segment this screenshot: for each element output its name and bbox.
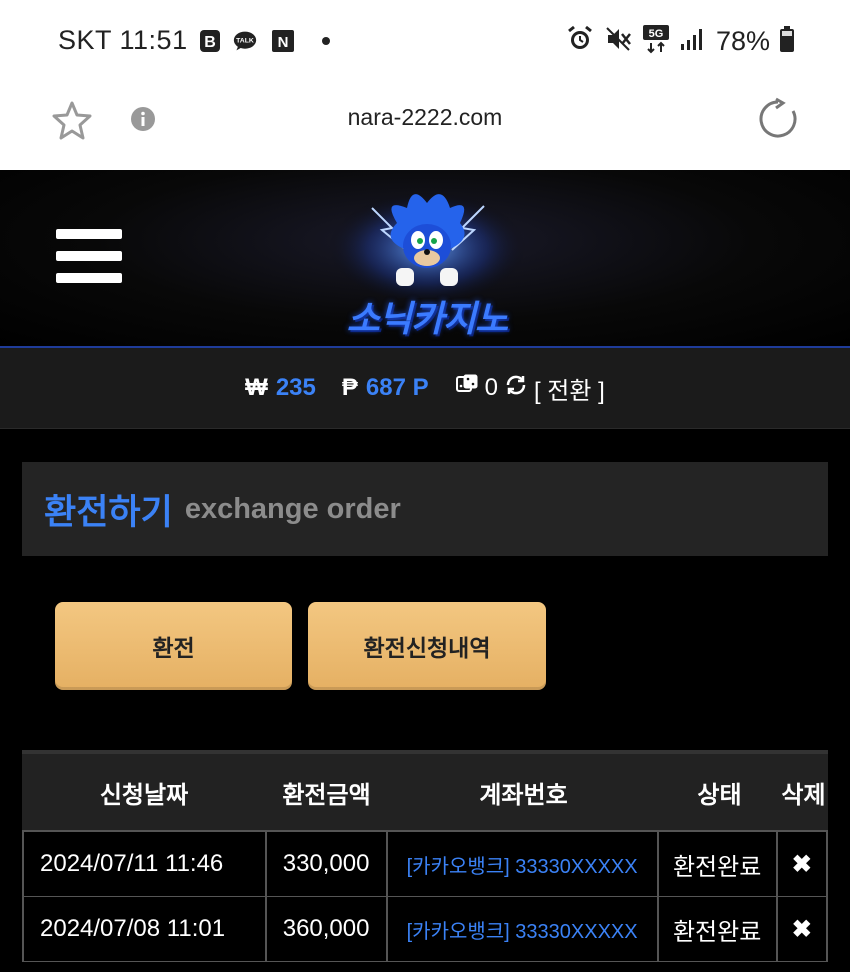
url-text[interactable]: nara-2222.com	[0, 104, 850, 131]
row-account: [카카오뱅크] 33330XXXXX	[388, 832, 659, 896]
exchange-history-table: 신청날짜 환전금액 계좌번호 상태 삭제 2024/07/11 11:46 33…	[22, 750, 828, 962]
dice-icon	[455, 373, 479, 404]
row-account: [카카오뱅크] 33330XXXXX	[388, 897, 659, 961]
header-status: 상태	[697, 780, 742, 809]
carrier-time: SKT 11:51	[58, 25, 188, 55]
row-status: 환전완료	[659, 897, 778, 961]
mute-icon	[604, 25, 632, 57]
table-row: 2024/07/11 11:46 330,000 [카카오뱅크] 33330XX…	[22, 832, 828, 897]
sonic-mascot-image	[327, 185, 527, 301]
table-row: 2024/07/08 11:01 360,000 [카카오뱅크] 33330XX…	[22, 897, 828, 962]
point-symbol: ₱	[341, 374, 358, 401]
exchange-history-button[interactable]: 환전신청내역	[308, 602, 546, 690]
won-symbol: ₩	[245, 374, 268, 401]
header-amount: 환전금액	[282, 780, 371, 809]
exchange-panel-header: 환전하기 exchange order	[22, 462, 828, 556]
point-balance: 687 P	[365, 374, 429, 401]
sonic-casino-logo[interactable]: 소닉카지노	[312, 178, 542, 340]
reload-icon[interactable]	[756, 97, 800, 145]
dice-count: 0	[484, 374, 498, 401]
kakaotalk-icon: TALK	[233, 29, 257, 53]
switch-button[interactable]: [ 전환 ]	[534, 371, 605, 406]
table-header: 신청날짜 환전금액 계좌번호 상태 삭제	[22, 750, 828, 830]
menu-hamburger-icon[interactable]	[56, 229, 122, 289]
svg-text:5G: 5G	[649, 28, 664, 40]
alarm-icon	[566, 25, 594, 57]
svg-text:N: N	[278, 34, 289, 51]
page-subtitle: exchange order	[184, 492, 401, 525]
svg-text:TALK: TALK	[236, 38, 254, 45]
row-amount: 330,000	[267, 832, 388, 896]
signal-icon	[680, 26, 706, 56]
network-5g-icon: 5G	[642, 24, 670, 58]
won-balance: 235	[275, 374, 316, 401]
row-date: 2024/07/11 11:46	[22, 832, 267, 896]
browser-url-bar: nara-2222.com	[0, 84, 850, 171]
header-account: 계좌번호	[479, 780, 568, 809]
page-title: 환전하기	[44, 492, 173, 533]
more-notifications-icon	[314, 29, 338, 53]
svg-text:B: B	[204, 34, 216, 51]
delete-icon[interactable]: ✖	[778, 832, 828, 896]
exchange-button[interactable]: 환전	[55, 602, 292, 690]
naver-icon: N	[271, 29, 295, 53]
refresh-icon[interactable]	[504, 373, 528, 404]
row-amount: 360,000	[267, 897, 388, 961]
site-header: 소닉카지노	[0, 170, 850, 348]
status-right: 5G 78%	[566, 24, 794, 58]
band-app-icon: B	[198, 29, 222, 53]
delete-icon[interactable]: ✖	[778, 897, 828, 961]
battery-icon	[780, 26, 794, 56]
balance-bar: ₩ 235 ₱ 687 P 0 [ 전환 ]	[0, 348, 850, 429]
row-date: 2024/07/08 11:01	[22, 897, 267, 961]
status-bar: SKT 11:51 B TALK N 5G 78%	[0, 0, 850, 84]
logo-text: 소닉카지노	[346, 299, 509, 340]
battery-percent: 78%	[715, 25, 770, 56]
row-status: 환전완료	[659, 832, 778, 896]
header-delete: 삭제	[781, 780, 826, 809]
header-date: 신청날짜	[99, 780, 189, 809]
